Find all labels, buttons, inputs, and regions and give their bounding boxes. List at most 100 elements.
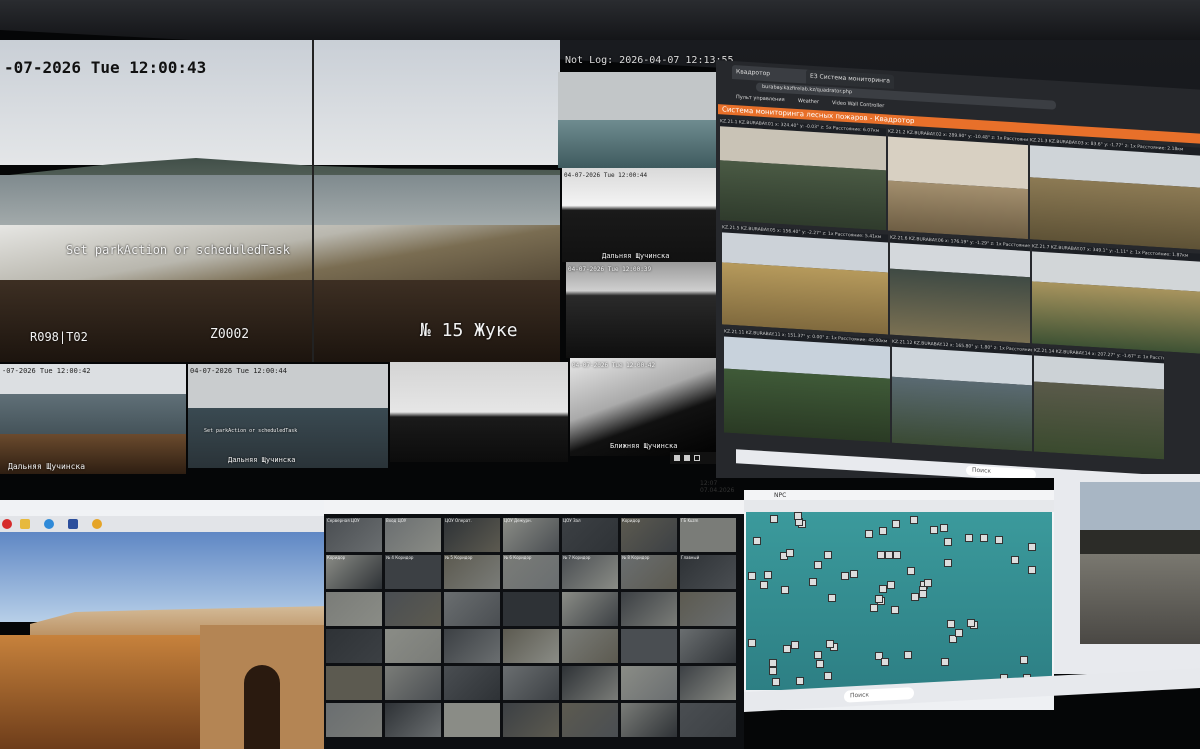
cctv-cell[interactable] <box>444 703 500 737</box>
cctv-cell[interactable]: № 7 Коридор <box>562 555 618 589</box>
network-map[interactable] <box>746 512 1052 690</box>
cctv-cell[interactable] <box>326 703 382 737</box>
cctv-cell[interactable] <box>562 666 618 700</box>
network-node-icon[interactable] <box>791 641 799 649</box>
network-node-icon[interactable] <box>816 660 824 668</box>
network-node-icon[interactable] <box>911 593 919 601</box>
cctv-cell[interactable] <box>680 592 736 626</box>
cctv-cell[interactable] <box>621 666 677 700</box>
network-node-icon[interactable] <box>1020 656 1028 664</box>
network-node-icon[interactable] <box>944 538 952 546</box>
cctv-cell[interactable] <box>444 629 500 663</box>
network-node-icon[interactable] <box>865 530 873 538</box>
bookmark-weather[interactable]: Weather <box>798 98 819 105</box>
network-node-icon[interactable] <box>814 651 822 659</box>
network-node-icon[interactable] <box>885 551 893 559</box>
network-node-icon[interactable] <box>1028 566 1036 574</box>
cctv-cell[interactable] <box>562 592 618 626</box>
network-node-icon[interactable] <box>879 527 887 535</box>
network-node-icon[interactable] <box>760 581 768 589</box>
cctv-cell[interactable] <box>326 666 382 700</box>
cctv-cell[interactable] <box>680 629 736 663</box>
bookmark-video-wall[interactable]: Video Wall Controller <box>832 100 884 109</box>
forest-cam-14[interactable]: KZ.21.14 KZ.BURABAY.14 x: 207.27° y: -1.… <box>1034 347 1164 460</box>
browser-tab-quadrator[interactable]: Квадротор <box>732 64 810 84</box>
cctv-cell[interactable] <box>503 666 559 700</box>
network-node-icon[interactable] <box>781 586 789 594</box>
forest-cam-7[interactable]: KZ.21.7 KZ.BURABAY.07 x: 349.1° y: -1.11… <box>1032 243 1200 354</box>
cctv-cell[interactable] <box>503 592 559 626</box>
network-node-icon[interactable] <box>930 526 938 534</box>
forest-cam-11[interactable]: KZ.21.11 KZ.BURABAY.11 x: 151.37° y: 0.0… <box>724 328 890 443</box>
grid-icon[interactable] <box>674 455 680 461</box>
cctv-cell[interactable] <box>621 703 677 737</box>
network-node-icon[interactable] <box>944 559 952 567</box>
chrome-icon[interactable] <box>92 519 102 529</box>
network-node-icon[interactable] <box>955 629 963 637</box>
network-node-icon[interactable] <box>796 677 804 685</box>
fullscreen-icon[interactable] <box>694 455 700 461</box>
network-node-icon[interactable] <box>881 658 889 666</box>
network-node-icon[interactable] <box>770 515 778 523</box>
cctv-cell[interactable] <box>444 666 500 700</box>
taskbar-search[interactable]: Поиск <box>844 687 914 703</box>
network-node-icon[interactable] <box>850 570 858 578</box>
network-node-icon[interactable] <box>965 534 973 542</box>
network-node-icon[interactable] <box>786 549 794 557</box>
cctv-cell[interactable]: Коридор <box>621 518 677 552</box>
app-icon[interactable] <box>68 519 78 529</box>
layout-icon[interactable] <box>684 455 690 461</box>
cctv-cell[interactable]: ЦОУ Операт. <box>444 518 500 552</box>
network-node-icon[interactable] <box>748 639 756 647</box>
opera-icon[interactable] <box>2 519 12 529</box>
folder-icon[interactable] <box>20 519 30 529</box>
forest-cam-12[interactable]: KZ.21.12 KZ.BURABAY.12 x: 165.80° y: 1.8… <box>892 338 1032 452</box>
network-node-icon[interactable] <box>794 512 802 520</box>
cctv-cell[interactable]: № 6 Коридор <box>503 555 559 589</box>
cctv-cell[interactable] <box>444 592 500 626</box>
network-node-icon[interactable] <box>824 551 832 559</box>
network-node-icon[interactable] <box>891 606 899 614</box>
network-node-icon[interactable] <box>753 537 761 545</box>
network-node-icon[interactable] <box>907 567 915 575</box>
network-node-icon[interactable] <box>870 604 878 612</box>
cctv-cell[interactable]: Вход ЦОУ <box>385 518 441 552</box>
network-node-icon[interactable] <box>887 581 895 589</box>
forest-cam-5[interactable]: KZ.21.5 KZ.BURABAY.05 x: 156.40° y: -2.2… <box>722 224 888 335</box>
forest-cam-3[interactable]: KZ.21.3 KZ.BURABAY.03 x: 83.6° y: -1.77°… <box>1030 137 1200 250</box>
cctv-cell[interactable]: ЦОУ Зал <box>562 518 618 552</box>
network-node-icon[interactable] <box>769 667 777 675</box>
cctv-cell[interactable] <box>680 666 736 700</box>
cctv-cell[interactable]: № 4 Коридор <box>385 555 441 589</box>
forest-cam-2[interactable]: KZ.21.2 KZ.BURABAY.02 x: 289.90° y: -10.… <box>888 128 1028 240</box>
network-node-icon[interactable] <box>892 520 900 528</box>
network-node-icon[interactable] <box>809 578 817 586</box>
network-node-icon[interactable] <box>748 572 756 580</box>
cctv-cell[interactable] <box>621 592 677 626</box>
network-node-icon[interactable] <box>841 572 849 580</box>
network-node-icon[interactable] <box>980 534 988 542</box>
network-node-icon[interactable] <box>940 524 948 532</box>
network-node-icon[interactable] <box>919 590 927 598</box>
network-node-icon[interactable] <box>826 640 834 648</box>
cctv-cell[interactable] <box>562 629 618 663</box>
cctv-cell[interactable]: Главный <box>680 555 736 589</box>
cctv-cell[interactable] <box>562 703 618 737</box>
network-node-icon[interactable] <box>904 651 912 659</box>
network-node-icon[interactable] <box>824 672 832 680</box>
bookmark-control-panel[interactable]: Пульт управления <box>736 94 785 103</box>
network-node-icon[interactable] <box>772 678 780 686</box>
network-node-icon[interactable] <box>783 645 791 653</box>
forest-cam-6[interactable]: KZ.21.6 KZ.BURABAY.06 x: 176.19° y: -1.2… <box>890 234 1030 344</box>
network-node-icon[interactable] <box>1028 543 1036 551</box>
cctv-cell[interactable] <box>385 666 441 700</box>
network-node-icon[interactable] <box>1011 556 1019 564</box>
edge-icon[interactable] <box>44 519 54 529</box>
cctv-cell[interactable]: ГБ Kuzm <box>680 518 736 552</box>
cctv-cell[interactable]: ЦОУ Дежурн. <box>503 518 559 552</box>
network-node-icon[interactable] <box>764 571 772 579</box>
network-node-icon[interactable] <box>893 551 901 559</box>
cctv-cell[interactable] <box>503 629 559 663</box>
cctv-cell[interactable]: № 8 Коридор <box>621 555 677 589</box>
forest-cam-1[interactable]: KZ.21.1 KZ.BURABAY.01 x: 324.40° y: -0.0… <box>720 118 886 231</box>
